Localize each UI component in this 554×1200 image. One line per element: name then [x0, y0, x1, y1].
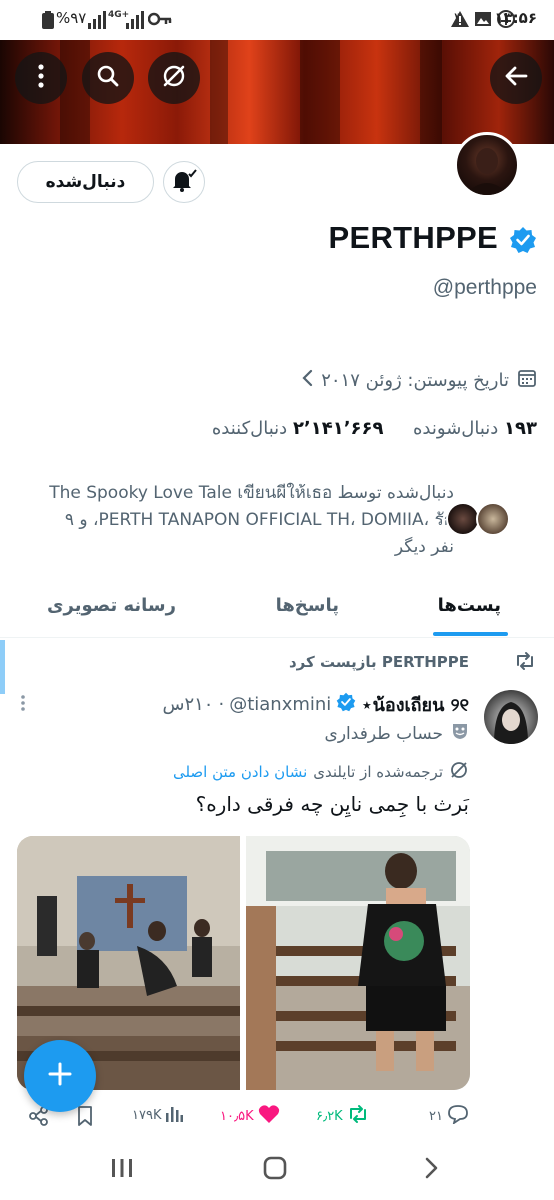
grok-icon: [161, 63, 187, 93]
notifications-button[interactable]: [163, 161, 205, 203]
tweet-time: ۲۱۰س: [162, 694, 214, 715]
mutual-avatar: [476, 502, 510, 536]
tweet-header: น้องเถียน ୨୧⋆ @tianxmini · ۲۱۰س: [162, 690, 469, 719]
battery-level: %۹۷: [56, 9, 87, 27]
bell-check-icon: [171, 168, 197, 196]
followers-count: ۲٬۱۴۱٬۶۶۹: [292, 418, 384, 439]
compose-button[interactable]: [24, 1040, 96, 1112]
reposted-by: PERTHPPE بازپست کرد: [288, 653, 469, 671]
following-label: دنبال‌شونده: [413, 418, 499, 439]
bookmark-icon[interactable]: [76, 1106, 94, 1130]
active-tab-indicator: [433, 632, 508, 636]
repost-count: ۶٫۲K: [316, 1108, 343, 1124]
recent-apps-icon[interactable]: [111, 1157, 133, 1183]
fan-account-row: حساب طرفداری: [325, 722, 469, 745]
following-button[interactable]: دنبال‌شده: [17, 161, 154, 203]
display-name: PERTHPPE: [328, 220, 498, 255]
more-options-button[interactable]: [15, 52, 67, 104]
verified-badge-icon: [336, 692, 356, 717]
reply-action[interactable]: ۲۱: [429, 1104, 469, 1128]
status-bar: ۳ ۱۳:۵۶ %۹۷ 4G+: [0, 0, 554, 40]
chevron-left-icon[interactable]: [301, 369, 313, 392]
key-icon: [147, 11, 172, 31]
back-nav-icon[interactable]: [424, 1157, 438, 1183]
repost-icon: [347, 1104, 369, 1128]
signal-icon-2: [126, 11, 144, 33]
signal-icon: [88, 11, 106, 33]
repost-icon: [514, 651, 536, 675]
author-name[interactable]: น้องเถียน ୨୧⋆: [361, 690, 469, 719]
thread-accent: [0, 640, 5, 694]
following-count: ۱۹۳: [504, 418, 537, 439]
mask-icon: [451, 722, 469, 745]
verified-badge-icon[interactable]: [509, 226, 537, 254]
battery-icon: [42, 11, 54, 33]
profile-banner: [0, 40, 554, 144]
view-count: ۱۷۹K: [132, 1107, 162, 1123]
system-nav-bar: [0, 1140, 554, 1200]
plus-icon: [47, 1061, 73, 1091]
back-button[interactable]: [490, 52, 542, 104]
translation-row: ترجمه‌شده از تایلندی نشان دادن متن اصلی: [173, 760, 469, 784]
tab-posts[interactable]: پست‌ها: [438, 595, 501, 616]
tweet-actions: ۲۱ ۶٫۲K ۱۰٫۵K ۱۷۹K: [0, 1098, 554, 1136]
back-arrow-icon: [504, 65, 528, 91]
follow-stats: ۱۹۳ دنبال‌شونده ۲٬۱۴۱٬۶۶۹ دنبال‌کننده: [212, 418, 537, 439]
translate-icon: [449, 760, 469, 784]
join-date-row: تاریخ پیوستن: ژوئن ۲۰۱۷: [301, 368, 537, 393]
tweet-media-2[interactable]: [246, 836, 470, 1090]
clock: ۱۳:۵۶: [494, 9, 537, 27]
views-icon: [165, 1104, 184, 1126]
search-button[interactable]: [82, 52, 134, 104]
fan-account-label: حساب طرفداری: [324, 723, 443, 744]
followed-by-line-2: PERTH TANAPON OFFICIAL TH، DOMIIA، รัก، …: [64, 510, 454, 530]
repost-action[interactable]: ۶٫۲K: [316, 1104, 369, 1128]
author-handle[interactable]: @tianxmini: [229, 694, 331, 715]
grok-button[interactable]: [148, 52, 200, 104]
profile-avatar[interactable]: [454, 132, 520, 198]
like-action[interactable]: ۱۰٫۵K: [220, 1104, 280, 1128]
home-icon[interactable]: [263, 1156, 287, 1184]
views-action[interactable]: ۱۷۹K: [132, 1104, 184, 1126]
tab-replies[interactable]: پاسخ‌ها: [276, 595, 339, 616]
followers-stat[interactable]: ۲٬۱۴۱٬۶۶۹ دنبال‌کننده: [212, 418, 384, 439]
author-avatar[interactable]: [484, 690, 538, 744]
reply-icon: [447, 1104, 469, 1128]
warning-icon: [450, 9, 470, 33]
tab-media[interactable]: رسانه تصویری: [47, 595, 176, 616]
tweet-more-icon[interactable]: [20, 694, 26, 716]
heart-icon: [258, 1104, 280, 1128]
profile-handle: @perthppe: [432, 276, 537, 299]
mutual-avatar: [446, 502, 480, 536]
followed-by-text[interactable]: دنبال‌شده توسط The Spooky Love Tale เขีย…: [0, 480, 454, 561]
following-stat[interactable]: ۱۹۳ دنبال‌شونده: [413, 418, 537, 439]
join-date: تاریخ پیوستن: ژوئن ۲۰۱۷: [321, 370, 509, 391]
like-count: ۱۰٫۵K: [220, 1108, 254, 1124]
show-original-link[interactable]: نشان دادن متن اصلی: [173, 763, 307, 781]
image-icon: [474, 10, 492, 32]
calendar-icon: [517, 368, 537, 393]
profile-tabs: پست‌ها پاسخ‌ها رسانه تصویری: [0, 583, 554, 638]
reply-count: ۲۱: [429, 1108, 443, 1124]
followers-label: دنبال‌کننده: [211, 418, 288, 439]
followed-by-line-3: نفر دیگر: [394, 537, 454, 557]
more-vertical-icon: [38, 64, 44, 92]
translated-label: ترجمه‌شده از تایلندی: [313, 763, 443, 781]
tweet-text: بَرث با جِمی نایِن چه فرقی داره؟: [195, 792, 469, 816]
search-icon: [96, 64, 120, 92]
followed-by-line-1: دنبال‌شده توسط The Spooky Love Tale เขีย…: [49, 483, 454, 503]
followed-by-avatars[interactable]: [446, 502, 510, 536]
